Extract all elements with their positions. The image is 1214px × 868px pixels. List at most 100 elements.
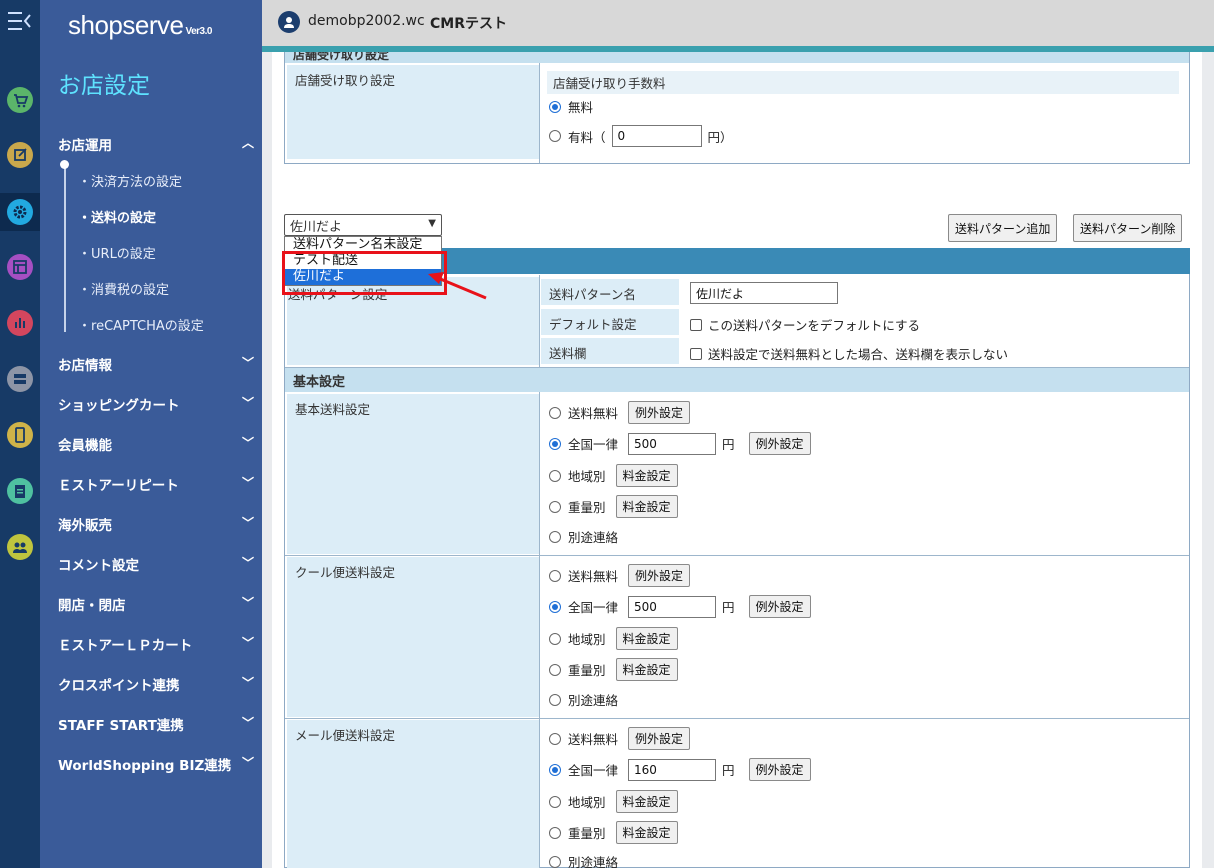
sidebar: shopserve Ver3.0 お店設定 お店運用 ︿ ・決済方法の設定 ・送料の…	[40, 0, 262, 868]
chevron-down-icon: ﹀	[241, 356, 254, 370]
rate-button[interactable]: 料金設定	[615, 821, 678, 844]
radio[interactable]	[549, 130, 561, 142]
flat-rate-option[interactable]: 全国一律円例外設定	[549, 758, 811, 781]
radio[interactable]	[549, 569, 561, 582]
rate-button[interactable]: 料金設定	[615, 658, 678, 681]
nav-group-shopping-cart[interactable]: ショッピングカート ﹀	[58, 394, 254, 414]
exception-button[interactable]: 例外設定	[748, 758, 811, 781]
radio[interactable]	[549, 500, 561, 513]
region-option[interactable]: 地域別 料金設定	[549, 627, 678, 650]
cart-icon[interactable]	[7, 87, 33, 113]
submenu-dot	[60, 160, 69, 169]
menu-toggle-icon[interactable]	[8, 10, 32, 32]
pattern-table: 送料パターン名 デフォルト設定 この送料パターンをデフォルトにする 送料欄 送料…	[284, 248, 1190, 868]
chevron-down-icon: ﹀	[241, 596, 254, 610]
rate-button[interactable]: 料金設定	[615, 495, 678, 518]
radio-selected[interactable]	[549, 437, 561, 450]
chevron-down-icon: ﹀	[241, 636, 254, 650]
flat-rate-input[interactable]	[628, 758, 717, 781]
flat-rate-option[interactable]: 全国一律円例外設定	[549, 432, 811, 455]
store-pickup-fee-input[interactable]	[611, 125, 702, 147]
chevron-down-icon: ﹀	[241, 716, 254, 730]
radio[interactable]	[549, 663, 561, 676]
nav-group-worldshopping[interactable]: WorldShopping BIZ連携 ﹀	[58, 754, 254, 774]
exception-button[interactable]: 例外設定	[628, 401, 691, 424]
weight-option[interactable]: 重量別 料金設定	[549, 821, 678, 844]
exception-button[interactable]: 例外設定	[748, 432, 811, 455]
radio[interactable]	[549, 795, 561, 808]
settings-gear-icon[interactable]	[7, 199, 33, 225]
free-shipping-option[interactable]: 送料無料 例外設定	[549, 401, 691, 424]
free-shipping-option[interactable]: 送料無料 例外設定	[549, 564, 691, 587]
clipboard-icon[interactable]	[7, 478, 33, 504]
weight-option[interactable]: 重量別 料金設定	[549, 658, 678, 681]
store-pickup-label: 店舗受け取り設定	[287, 65, 539, 159]
flat-rate-input[interactable]	[628, 595, 717, 618]
edit-icon[interactable]	[7, 142, 33, 168]
flat-rate-option[interactable]: 全国一律円例外設定	[549, 595, 811, 618]
separate-contact-option[interactable]: 別途連絡	[549, 527, 618, 546]
radio-selected[interactable]	[549, 600, 561, 613]
server-icon[interactable]	[7, 366, 33, 392]
nav-group-store-operation[interactable]: お店運用 ︿	[58, 134, 254, 154]
radio[interactable]	[549, 732, 561, 745]
separate-contact-option[interactable]: 別途連絡	[549, 852, 618, 868]
radio-selected[interactable]	[549, 763, 561, 776]
nav-group-lp-cart[interactable]: ＥストアーＬＰカート ﹀	[58, 634, 254, 654]
main-content: 店舗受け取り設定 店舗受け取り設定 店舗受け取り手数料 無料 有料（円） 佐川だ…	[272, 52, 1202, 868]
radio[interactable]	[549, 826, 561, 839]
nav-group-open-close[interactable]: 開店・閉店 ﹀	[58, 594, 254, 614]
exception-button[interactable]: 例外設定	[628, 564, 691, 587]
rate-button[interactable]: 料金設定	[615, 627, 678, 650]
layout-icon[interactable]	[7, 254, 33, 280]
nav-group-store-info[interactable]: お店情報 ﹀	[58, 354, 254, 374]
rate-button[interactable]: 料金設定	[615, 464, 678, 487]
add-pattern-button[interactable]: 送料パターン追加	[948, 214, 1058, 242]
region-option[interactable]: 地域別 料金設定	[549, 464, 678, 487]
pattern-name-label: 送料パターン名	[541, 279, 679, 305]
radio[interactable]	[549, 855, 561, 868]
free-shipping-option[interactable]: 送料無料 例外設定	[549, 727, 691, 750]
exception-button[interactable]: 例外設定	[628, 727, 691, 750]
store-pickup-paid-option[interactable]: 有料（円）	[549, 125, 733, 147]
pattern-name-input[interactable]	[690, 282, 838, 304]
nav-group-members[interactable]: 会員機能 ﹀	[58, 434, 254, 454]
user-avatar-icon[interactable]	[278, 11, 300, 33]
shopserve-logo: shopserve Ver3.0	[68, 10, 212, 40]
separate-contact-option[interactable]: 別途連絡	[549, 690, 618, 709]
exception-button[interactable]: 例外設定	[748, 595, 811, 618]
radio-selected[interactable]	[549, 100, 561, 113]
members-icon[interactable]	[7, 534, 33, 560]
nav-group-overseas[interactable]: 海外販売 ﹀	[58, 514, 254, 534]
default-checkbox[interactable]: この送料パターンをデフォルトにする	[690, 315, 920, 334]
nav-group-comments[interactable]: コメント設定 ﹀	[58, 554, 254, 574]
mobile-icon[interactable]	[7, 422, 33, 448]
radio[interactable]	[549, 693, 561, 706]
checkbox[interactable]	[690, 318, 702, 331]
nav-group-staff-start[interactable]: STAFF START連携 ﹀	[58, 714, 254, 734]
sidebar-item-shipping[interactable]: ・送料の設定	[78, 207, 156, 226]
chevron-down-icon: ﹀	[241, 676, 254, 690]
nav-group-crosspoint[interactable]: クロスポイント連携 ﹀	[58, 674, 254, 694]
radio[interactable]	[549, 632, 561, 645]
sidebar-item-recaptcha[interactable]: ・reCAPTCHAの設定	[78, 315, 204, 334]
sidebar-item-payment[interactable]: ・決済方法の設定	[78, 171, 182, 190]
weight-option[interactable]: 重量別 料金設定	[549, 495, 678, 518]
radio[interactable]	[549, 530, 561, 543]
radio[interactable]	[549, 469, 561, 482]
region-option[interactable]: 地域別 料金設定	[549, 790, 678, 813]
hide-shipping-column-checkbox[interactable]: 送料設定で送料無料とした場合、送料欄を表示しない	[690, 344, 1008, 363]
radio[interactable]	[549, 406, 561, 419]
sidebar-item-tax[interactable]: ・消費税の設定	[78, 279, 169, 298]
chart-icon[interactable]	[7, 310, 33, 336]
chevron-down-icon: ﹀	[241, 756, 254, 770]
nav-group-estore-repeat[interactable]: Ｅストアーリピート ﹀	[58, 474, 254, 494]
checkbox[interactable]	[690, 347, 702, 360]
flat-rate-input[interactable]	[628, 432, 717, 455]
pattern-select[interactable]: 佐川だよ ▼	[284, 214, 442, 236]
store-pickup-free-option[interactable]: 無料	[549, 97, 593, 116]
rate-button[interactable]: 料金設定	[615, 790, 678, 813]
delete-pattern-button[interactable]: 送料パターン削除	[1073, 214, 1183, 242]
sidebar-item-url[interactable]: ・URLの設定	[78, 243, 156, 262]
divider	[539, 63, 540, 163]
